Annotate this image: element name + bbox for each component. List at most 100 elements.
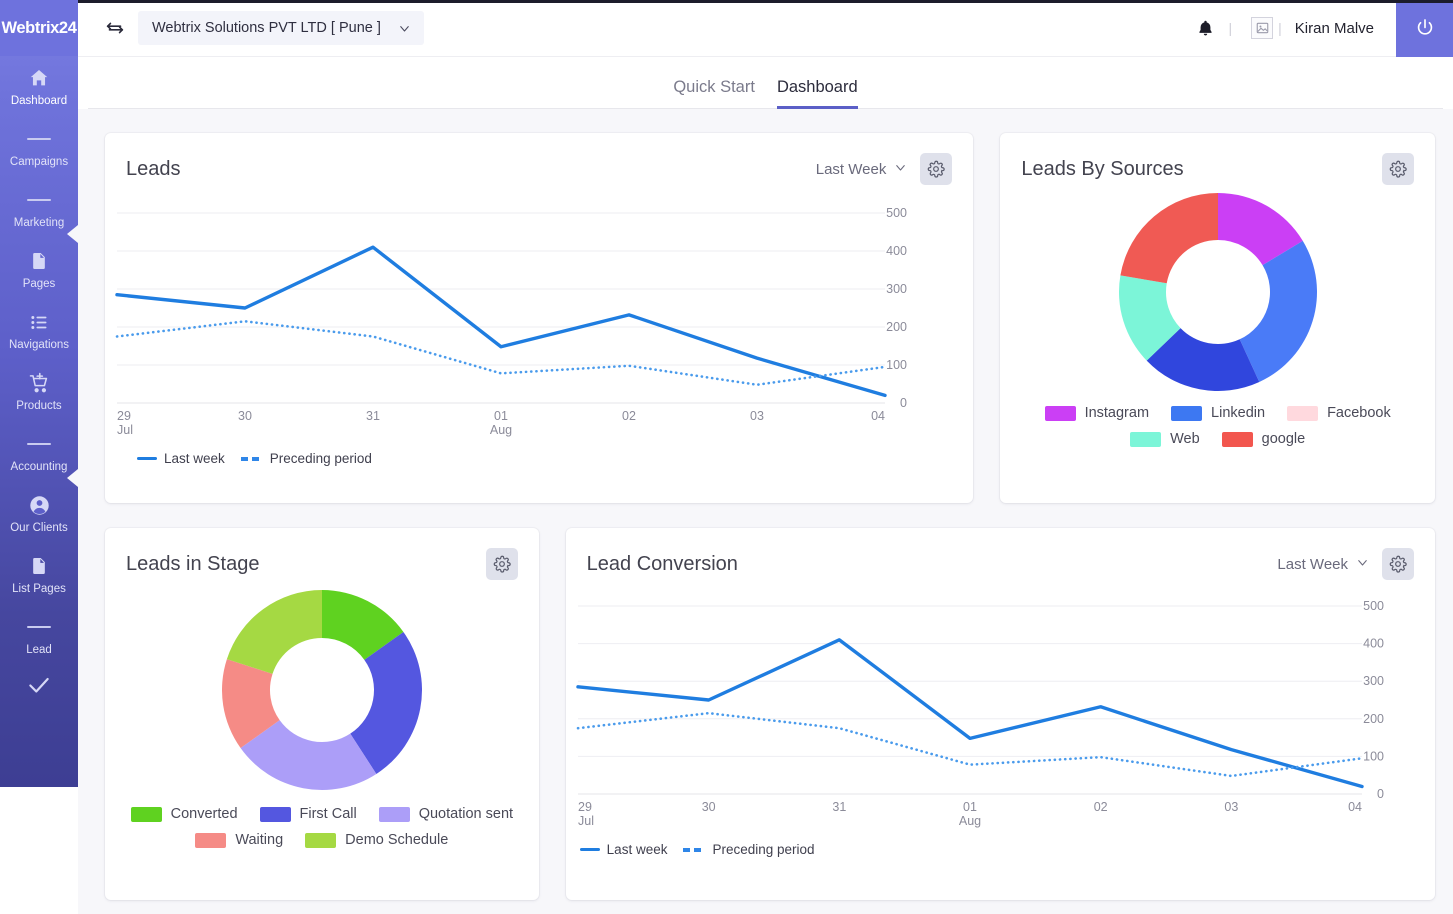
divider-right: |: [1278, 20, 1282, 36]
donut-slice[interactable]: [226, 590, 322, 674]
brand-logo[interactable]: Webtrix24: [0, 0, 78, 56]
list-icon: [29, 309, 50, 335]
svg-text:30: 30: [701, 800, 715, 814]
tab-dashboard[interactable]: Dashboard: [776, 78, 858, 109]
chart-leads: 0 100 200 300 400 500 29 Jul 30 31 01 Aug 02 03 04: [105, 185, 973, 449]
settings-button-leads[interactable]: [920, 153, 953, 185]
donut-slice[interactable]: [1239, 240, 1317, 382]
range-select-leads[interactable]: Last Week: [816, 160, 909, 179]
svg-text:01: 01: [963, 800, 977, 814]
chart-lead-conversion-legend: Last week Preceding period: [566, 842, 1435, 857]
legend-item[interactable]: Last week: [579, 842, 667, 857]
chevron-down-icon: [397, 21, 412, 36]
sidebar-item-marketing[interactable]: Marketing: [0, 178, 78, 243]
svg-text:03: 03: [750, 409, 764, 423]
dash-icon: [27, 614, 51, 640]
sidebar-item-label: Navigations: [8, 339, 70, 351]
card-leads: Leads Last Week 0 100 200 300 400 500 29…: [105, 133, 974, 503]
donut-slice[interactable]: [1120, 193, 1218, 284]
bell-icon[interactable]: [1188, 19, 1224, 38]
check-icon[interactable]: [26, 672, 52, 703]
top-bar-right: | | Kiran Malve: [1188, 0, 1453, 57]
svg-text:04: 04: [871, 409, 885, 423]
legend-label: google: [1261, 431, 1306, 447]
svg-text:500: 500: [1363, 599, 1384, 613]
chart-leads-by-sources: [1000, 193, 1435, 391]
sidebar-item-label: Lead: [26, 644, 52, 656]
swap-horizontal-icon[interactable]: [100, 13, 130, 43]
document-icon: [29, 553, 49, 579]
legend-item[interactable]: Waiting: [195, 832, 283, 848]
svg-text:300: 300: [886, 282, 907, 296]
legend-swatch: [137, 457, 157, 460]
main-content: Leads Last Week 0 100 200 300 400 500 29…: [78, 109, 1453, 914]
legend-swatch: [1171, 405, 1203, 421]
sidebar-item-list-pages[interactable]: List Pages: [0, 544, 78, 605]
settings-button-lead-conversion[interactable]: [1382, 548, 1414, 580]
svg-text:29: 29: [578, 800, 592, 814]
tab-quick-start[interactable]: Quick Start: [673, 78, 755, 109]
legend-swatch: [259, 806, 291, 822]
sidebar-item-pages[interactable]: Pages: [0, 239, 78, 300]
legend-label: Demo Schedule: [345, 832, 449, 848]
legend-item[interactable]: Instagram: [1044, 405, 1149, 421]
user-circle-icon: [28, 492, 51, 518]
sidebar-item-navigations[interactable]: Navigations: [0, 300, 78, 361]
legend-item[interactable]: First Call: [259, 806, 357, 822]
settings-button-leads-in-stage[interactable]: [485, 548, 518, 580]
tab-list: Quick Start Dashboard: [673, 78, 858, 109]
legend-row: Instagram Linkedin Facebook: [1000, 405, 1435, 421]
sidebar-item-dashboard[interactable]: Dashboard: [0, 56, 78, 117]
sidebar-item-label: Pages: [22, 278, 56, 290]
range-select-lead-conversion-label: Last Week: [1277, 555, 1348, 573]
legend-label: Waiting: [235, 832, 284, 848]
card-lead-conversion-header: Lead Conversion Last Week: [566, 528, 1435, 580]
sidebar-item-campaigns[interactable]: Campaigns: [0, 117, 78, 178]
legend-item[interactable]: Converted: [130, 806, 238, 822]
legend-item[interactable]: Last week: [137, 451, 225, 466]
sidebar-item-label: Dashboard: [10, 95, 68, 107]
card-leads-in-stage: Leads in Stage Converted First Call Quotat…: [105, 528, 539, 900]
brand-logo-text: Webtrix24: [1, 18, 77, 37]
legend-item[interactable]: Demo Schedule: [305, 832, 448, 848]
sidebar-item-our-clients[interactable]: Our Clients: [0, 483, 78, 544]
range-select-lead-conversion[interactable]: Last Week: [1277, 555, 1370, 574]
card-leads-header: Leads Last Week: [105, 133, 973, 185]
legend-swatch: [305, 832, 337, 848]
company-select[interactable]: Webtrix Solutions PVT LTD [ Pune ]: [138, 11, 424, 45]
sidebar: Webtrix24 Dashboard Campaigns Marketing Pag…: [0, 0, 78, 787]
legend-item[interactable]: Quotation sent: [378, 806, 513, 822]
legend-label: Linkedin: [1211, 405, 1266, 421]
svg-text:04: 04: [1348, 800, 1362, 814]
sidebar-item-lead[interactable]: Lead: [0, 605, 78, 666]
legend-label: Preceding period: [712, 842, 815, 857]
dash-icon: [27, 126, 51, 152]
legend-item[interactable]: Preceding period: [240, 451, 372, 466]
svg-text:200: 200: [1363, 712, 1384, 726]
card-leads-in-stage-header: Leads in Stage: [105, 528, 539, 580]
avatar[interactable]: [1251, 17, 1274, 39]
sidebar-item-label: Products: [16, 400, 62, 412]
power-icon[interactable]: [1396, 0, 1453, 57]
svg-text:Aug: Aug: [490, 423, 512, 437]
settings-button-leads-by-sources[interactable]: [1382, 153, 1414, 185]
legend-label: Web: [1170, 431, 1200, 447]
svg-text:400: 400: [886, 244, 907, 258]
svg-text:31: 31: [832, 800, 846, 814]
legend-item[interactable]: Web: [1130, 431, 1200, 447]
sidebar-item-accounting[interactable]: Accounting: [0, 422, 78, 487]
chart-lead-conversion: 0 100 200 300 400 500 29 Jul 30 31 01 Aug 02 03 04: [566, 580, 1435, 840]
legend-item[interactable]: google: [1221, 431, 1306, 447]
sidebar-item-products[interactable]: Products: [0, 361, 78, 422]
legend-item[interactable]: Preceding period: [683, 842, 815, 857]
legend-swatch: [240, 456, 263, 461]
dash-icon: [27, 431, 51, 457]
legend-item[interactable]: Linkedin: [1171, 405, 1265, 421]
svg-text:200: 200: [886, 320, 907, 334]
svg-text:01: 01: [494, 409, 508, 423]
legend-item[interactable]: Facebook: [1287, 405, 1391, 421]
card-leads-in-stage-tools: [485, 548, 518, 580]
tab-bar: Quick Start Dashboard: [78, 57, 1453, 109]
user-name[interactable]: Kiran Malve: [1295, 20, 1374, 37]
svg-text:500: 500: [886, 206, 907, 220]
